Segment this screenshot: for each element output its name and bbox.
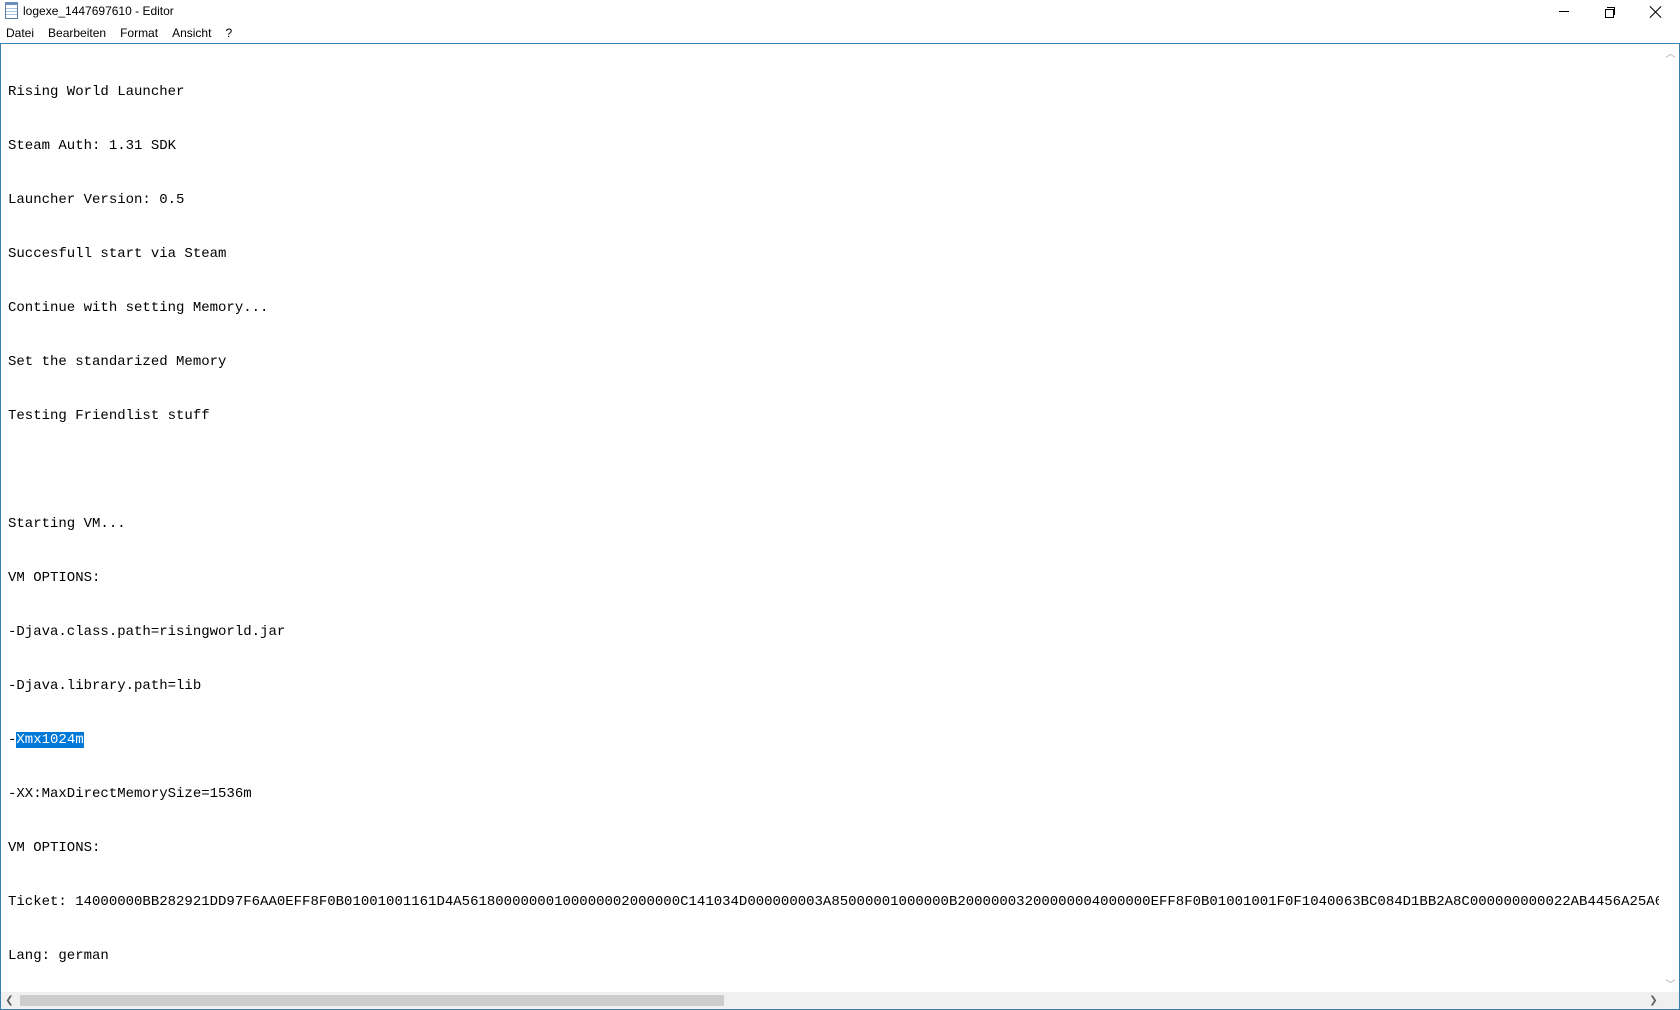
minimize-icon — [1559, 11, 1569, 12]
text-line: -Djava.class.path=risingworld.jar — [8, 624, 286, 640]
minimize-button[interactable] — [1541, 0, 1587, 23]
text-line: Rising World Launcher — [8, 84, 185, 100]
scroll-right-icon[interactable]: ❯ — [1645, 992, 1662, 1009]
vertical-scrollbar[interactable]: ︿ ﹀ — [1662, 44, 1679, 992]
menu-help[interactable]: ? — [218, 23, 239, 43]
text-line: Steam Auth: 1.31 SDK — [8, 138, 177, 154]
window-title: logexe_1447697610 - Editor — [23, 4, 174, 18]
close-button[interactable] — [1633, 0, 1679, 23]
editor-frame: Rising World Launcher Steam Auth: 1.31 S… — [0, 43, 1680, 1010]
text-editor[interactable]: Rising World Launcher Steam Auth: 1.31 S… — [8, 47, 1659, 989]
selected-text[interactable]: Xmx1024m — [16, 732, 84, 748]
scrollbar-corner — [1662, 992, 1679, 1009]
text-line: Lang: german — [8, 948, 109, 964]
text-line: Continue with setting Memory... — [8, 300, 269, 316]
scroll-down-icon[interactable]: ﹀ — [1662, 975, 1679, 992]
notepad-icon[interactable] — [5, 2, 18, 19]
text-line: -XX:MaxDirectMemorySize=1536m — [8, 786, 252, 802]
text-line: VM OPTIONS: — [8, 570, 101, 586]
close-icon — [1650, 6, 1662, 18]
menu-datei[interactable]: Datei — [0, 23, 41, 43]
text-line: VM OPTIONS: — [8, 840, 101, 856]
menu-ansicht[interactable]: Ansicht — [165, 23, 218, 43]
text-line: Testing Friendlist stuff — [8, 408, 210, 424]
horizontal-scrollbar[interactable]: ❮ ❯ — [1, 992, 1662, 1009]
menu-bearbeiten[interactable]: Bearbeiten — [41, 23, 113, 43]
text-line: Succesfull start via Steam — [8, 246, 227, 262]
restore-icon — [1605, 6, 1615, 18]
text-line: Ticket: 14000000BB282921DD97F6AA0EFF8F0B… — [8, 894, 1659, 910]
scroll-up-icon[interactable]: ︿ — [1662, 44, 1679, 61]
text-line-selected: -Xmx1024m — [8, 731, 1659, 749]
menu-bar: Datei Bearbeiten Format Ansicht ? — [0, 23, 1680, 43]
text-line: Launcher Version: 0.5 — [8, 192, 185, 208]
scroll-left-icon[interactable]: ❮ — [1, 992, 18, 1009]
title-bar[interactable]: logexe_1447697610 - Editor — [0, 0, 1680, 23]
menu-format[interactable]: Format — [113, 23, 165, 43]
text-line: Starting VM... — [8, 516, 126, 532]
restore-button[interactable] — [1587, 0, 1633, 23]
notepad-window: logexe_1447697610 - Editor Datei Bearbei… — [0, 0, 1680, 1010]
text-line — [8, 461, 1659, 479]
horizontal-scroll-thumb[interactable] — [20, 995, 724, 1006]
text-line: Set the standarized Memory — [8, 354, 227, 370]
text-line: -Djava.library.path=lib — [8, 678, 202, 694]
